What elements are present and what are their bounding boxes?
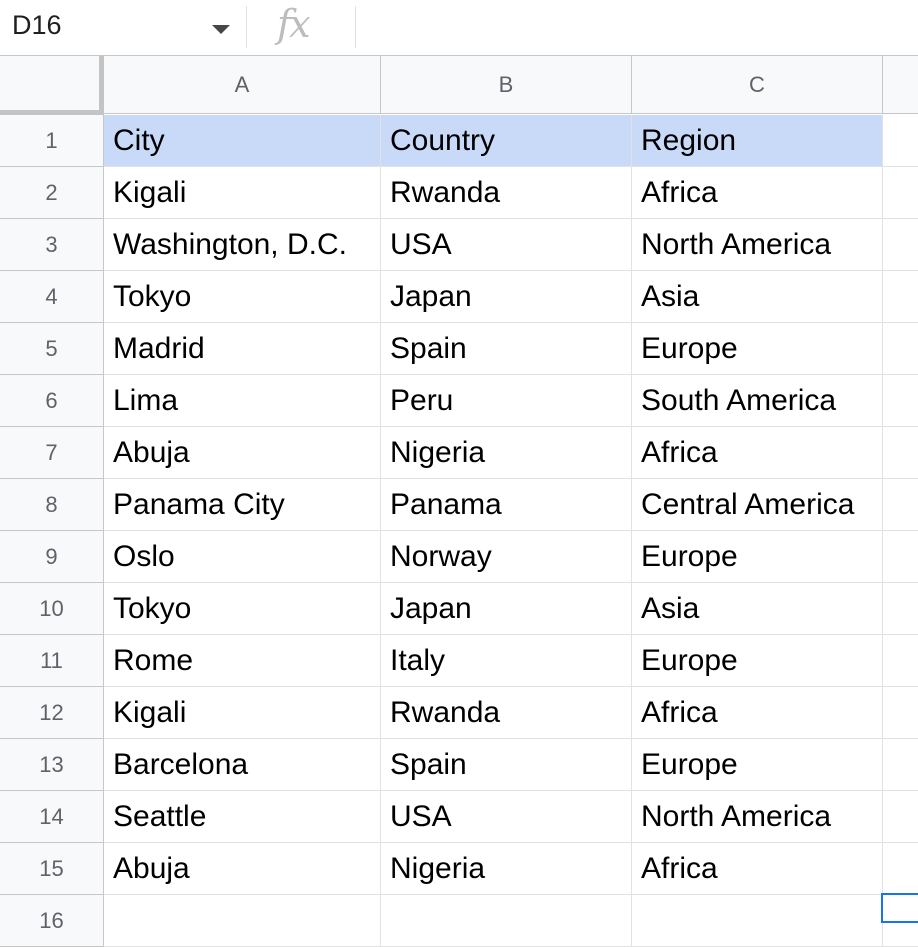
row-header[interactable]: 9	[0, 531, 104, 583]
table-cell[interactable]: Japan	[381, 583, 632, 635]
table-cell[interactable]: Africa	[632, 167, 883, 219]
row-header[interactable]: 2	[0, 167, 104, 219]
row-header[interactable]: 13	[0, 739, 104, 791]
active-cell-selection	[881, 893, 918, 923]
table-cell[interactable]: Spain	[381, 739, 632, 791]
row-header[interactable]: 6	[0, 375, 104, 427]
column-header-c[interactable]: C	[632, 56, 883, 114]
table-cell[interactable]: Tokyo	[104, 583, 381, 635]
row-header[interactable]: 8	[0, 479, 104, 531]
table-cell[interactable]	[883, 427, 918, 479]
table-cell[interactable]: Africa	[632, 427, 883, 479]
table-cell[interactable]	[104, 895, 381, 947]
row-header[interactable]: 4	[0, 271, 104, 323]
table-cell[interactable]	[883, 479, 918, 531]
table-cell[interactable]	[381, 895, 632, 947]
table-cell[interactable]	[883, 219, 918, 271]
select-all-corner[interactable]	[0, 56, 104, 115]
row-header[interactable]: 16	[0, 895, 104, 947]
table-cell[interactable]	[883, 739, 918, 791]
row-header[interactable]: 10	[0, 583, 104, 635]
table-cell[interactable]: Central America	[632, 479, 883, 531]
table-cell[interactable]: Europe	[632, 323, 883, 375]
table-cell[interactable]: Spain	[381, 323, 632, 375]
table-cell[interactable]: Italy	[381, 635, 632, 687]
table-cell[interactable]: Madrid	[104, 323, 381, 375]
table-cell[interactable]	[883, 323, 918, 375]
column-header-a[interactable]: A	[104, 56, 381, 114]
table-cell[interactable]	[883, 687, 918, 739]
formula-bar: D16 fx	[0, 0, 918, 56]
table-cell[interactable]: Rwanda	[381, 167, 632, 219]
table-cell[interactable]: Asia	[632, 583, 883, 635]
column-header-d[interactable]	[883, 56, 918, 114]
table-cell[interactable]: Tokyo	[104, 271, 381, 323]
table-cell[interactable]: Europe	[632, 739, 883, 791]
table-cell[interactable]: Panama City	[104, 479, 381, 531]
row-header[interactable]: 14	[0, 791, 104, 843]
table-cell[interactable]: Abuja	[104, 427, 381, 479]
table-cell[interactable]: Norway	[381, 531, 632, 583]
row-header[interactable]: 12	[0, 687, 104, 739]
table-cell[interactable]	[883, 167, 918, 219]
divider	[355, 6, 356, 48]
table-cell[interactable]	[883, 583, 918, 635]
table-cell[interactable]	[883, 843, 918, 895]
header-cell[interactable]: Country	[381, 115, 632, 167]
table-cell[interactable]: Lima	[104, 375, 381, 427]
table-cell[interactable]: Rome	[104, 635, 381, 687]
column-header-b[interactable]: B	[381, 56, 632, 114]
table-cell[interactable]: Barcelona	[104, 739, 381, 791]
header-cell[interactable]: City	[104, 115, 381, 167]
table-cell[interactable]: Kigali	[104, 167, 381, 219]
table-cell[interactable]: Africa	[632, 687, 883, 739]
row-header[interactable]: 3	[0, 219, 104, 271]
table-cell[interactable]: Kigali	[104, 687, 381, 739]
table-cell[interactable]: Nigeria	[381, 427, 632, 479]
fx-icon: fx	[277, 2, 310, 46]
table-cell[interactable]: Japan	[381, 271, 632, 323]
table-cell[interactable]: USA	[381, 219, 632, 271]
formula-input[interactable]	[357, 0, 918, 55]
table-cell[interactable]	[632, 895, 883, 947]
name-box-value: D16	[12, 10, 62, 40]
table-cell[interactable]	[883, 375, 918, 427]
table-cell[interactable]: Europe	[632, 635, 883, 687]
table-cell[interactable]: Panama	[381, 479, 632, 531]
table-cell[interactable]: Seattle	[104, 791, 381, 843]
table-cell[interactable]: Washington, D.C.	[104, 219, 381, 271]
header-cell[interactable]: Region	[632, 115, 883, 167]
row-header[interactable]: 7	[0, 427, 104, 479]
table-cell[interactable]: Africa	[632, 843, 883, 895]
table-cell[interactable]: North America	[632, 219, 883, 271]
row-header[interactable]: 5	[0, 323, 104, 375]
table-cell[interactable]: Nigeria	[381, 843, 632, 895]
divider	[246, 6, 247, 48]
table-cell[interactable]: Oslo	[104, 531, 381, 583]
chevron-down-icon[interactable]	[212, 25, 230, 34]
table-cell[interactable]: South America	[632, 375, 883, 427]
table-cell[interactable]: Asia	[632, 271, 883, 323]
table-cell[interactable]: Rwanda	[381, 687, 632, 739]
row-header[interactable]: 11	[0, 635, 104, 687]
table-cell[interactable]: USA	[381, 791, 632, 843]
table-cell[interactable]	[883, 271, 918, 323]
table-cell[interactable]: Europe	[632, 531, 883, 583]
row-header[interactable]: 15	[0, 843, 104, 895]
table-cell[interactable]: Peru	[381, 375, 632, 427]
name-box[interactable]: D16	[0, 0, 246, 55]
table-cell[interactable]	[883, 531, 918, 583]
table-cell[interactable]	[883, 791, 918, 843]
table-cell[interactable]	[883, 115, 918, 167]
table-cell[interactable]	[883, 635, 918, 687]
table-cell[interactable]: North America	[632, 791, 883, 843]
table-cell[interactable]: Abuja	[104, 843, 381, 895]
row-header[interactable]: 1	[0, 115, 104, 167]
